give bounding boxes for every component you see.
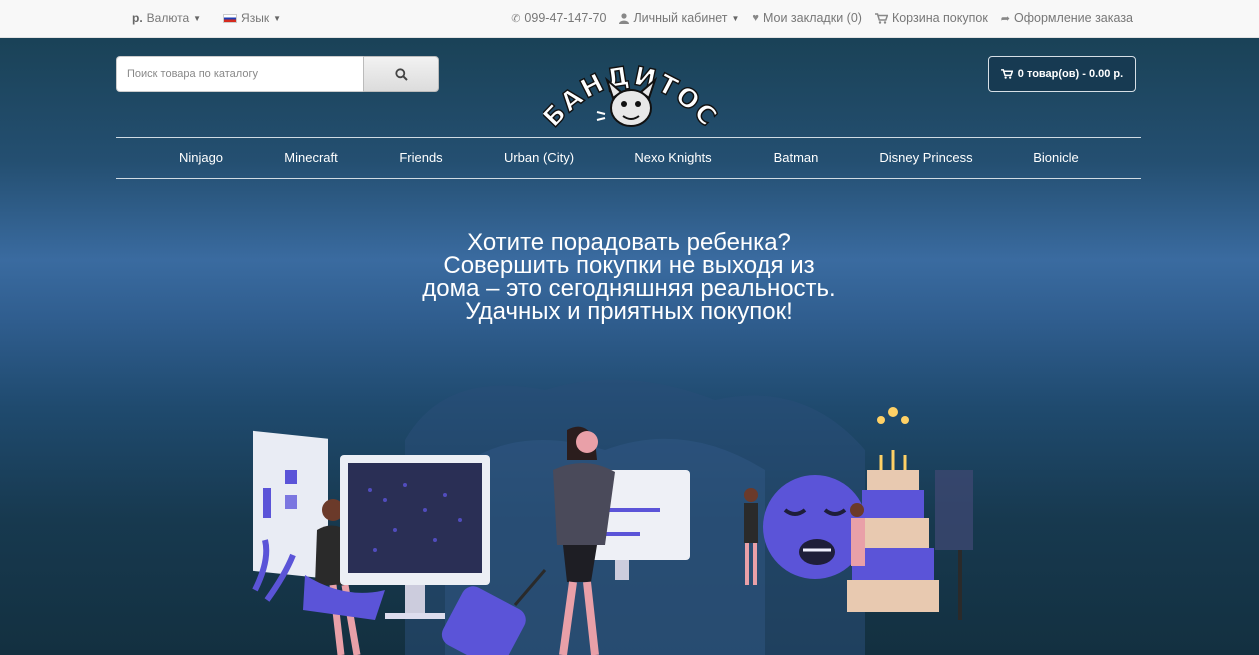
search-button[interactable] bbox=[363, 56, 439, 92]
currency-dropdown[interactable]: р. Валюта ▼ bbox=[132, 11, 201, 25]
account-dropdown[interactable]: Личный кабинет ▼ bbox=[619, 11, 739, 25]
header-cart-button[interactable]: 0 товар(ов) - 0.00 р. bbox=[988, 56, 1136, 92]
shopping-cart-icon bbox=[1000, 69, 1013, 79]
menu-item-friends[interactable]: Friends bbox=[399, 150, 442, 165]
phone-number: 099-47-147-70 bbox=[524, 11, 607, 25]
category-menu: Ninjago Minecraft Friends Urban (City) N… bbox=[116, 137, 1141, 179]
tagline-line: Удачных и приятных покупок! bbox=[465, 298, 793, 325]
phone-icon: ✆ bbox=[511, 12, 521, 25]
caret-down-icon: ▼ bbox=[193, 13, 202, 23]
site-logo[interactable]: БАНДИТОС bbox=[543, 62, 718, 134]
menu-item-batman[interactable]: Batman bbox=[774, 150, 819, 165]
user-icon bbox=[619, 12, 630, 24]
menu-item-urban-city[interactable]: Urban (City) bbox=[504, 150, 574, 165]
caret-down-icon: ▼ bbox=[273, 13, 282, 23]
cart-summary: 0 товар(ов) - 0.00 р. bbox=[1017, 68, 1124, 80]
wishlist-link[interactable]: ♥ Мои закладки (0) bbox=[752, 11, 862, 25]
search-input[interactable] bbox=[116, 56, 363, 92]
menu-item-bionicle[interactable]: Bionicle bbox=[1033, 150, 1079, 165]
currency-label: Валюта bbox=[146, 11, 190, 25]
checkout-link[interactable]: ➦ Оформление заказа bbox=[1001, 11, 1133, 25]
menu-item-ninjago[interactable]: Ninjago bbox=[179, 150, 223, 165]
heart-icon: ♥ bbox=[752, 12, 759, 24]
shopping-cart-icon bbox=[874, 12, 888, 24]
wishlist-label: Мои закладки (0) bbox=[762, 11, 862, 25]
tagline-line: дома – это сегодняшняя реальность. bbox=[422, 275, 836, 302]
caret-down-icon: ▼ bbox=[731, 13, 740, 23]
russian-flag-icon bbox=[223, 13, 238, 23]
currency-symbol: р. bbox=[132, 11, 143, 25]
top-bar: р. Валюта ▼ Язык ▼ ✆ 099-47-147-70 Личны… bbox=[0, 0, 1259, 38]
cart-label: Корзина покупок bbox=[891, 11, 988, 25]
cart-link[interactable]: Корзина покупок bbox=[874, 11, 988, 25]
tagline-line: Хотите порадовать ребенка? bbox=[467, 229, 791, 256]
search-bar bbox=[116, 56, 439, 92]
account-label: Личный кабинет bbox=[633, 11, 728, 25]
language-label: Язык bbox=[241, 11, 270, 25]
checkout-label: Оформление заказа bbox=[1014, 11, 1133, 25]
tagline-line: Совершить покупки не выходя из bbox=[443, 252, 815, 279]
hero-tagline: Хотите порадовать ребенка? Совершить пок… bbox=[340, 229, 918, 325]
phone-link[interactable]: ✆ 099-47-147-70 bbox=[511, 11, 606, 25]
language-dropdown[interactable]: Язык ▼ bbox=[223, 11, 281, 25]
menu-item-minecraft[interactable]: Minecraft bbox=[284, 150, 337, 165]
menu-item-nexo-knights[interactable]: Nexo Knights bbox=[634, 150, 711, 165]
share-icon: ➦ bbox=[1000, 12, 1011, 25]
menu-item-disney-princess[interactable]: Disney Princess bbox=[879, 150, 972, 165]
search-icon bbox=[394, 67, 408, 81]
hero-illustration bbox=[252, 379, 973, 655]
